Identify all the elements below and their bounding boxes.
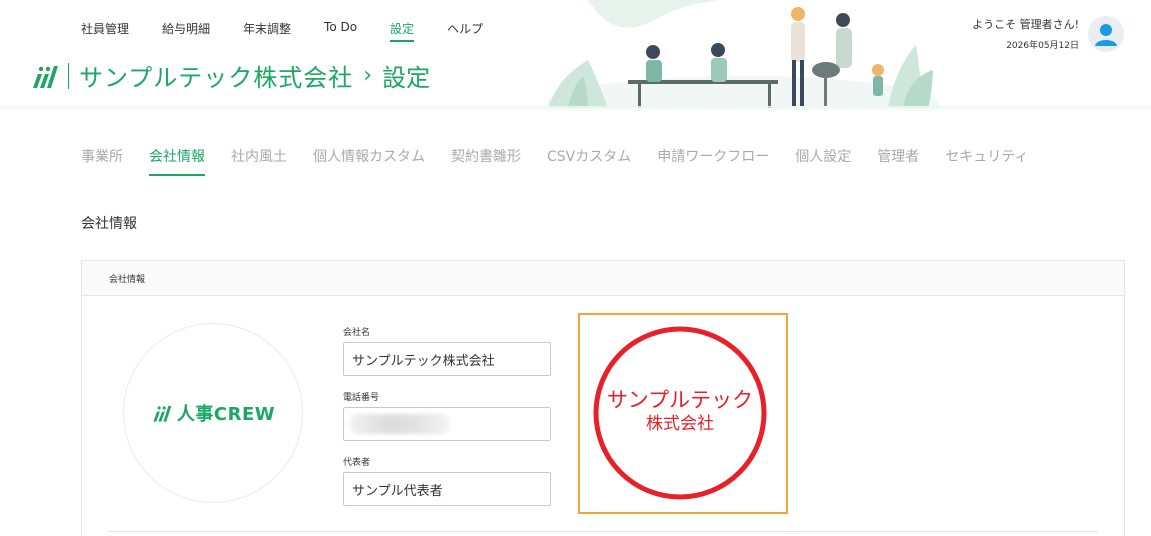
tab-office[interactable]: 事業所	[81, 146, 123, 176]
breadcrumb: サンプルテック株式会社 › 設定	[30, 58, 430, 93]
section-title: 会社情報	[81, 216, 137, 232]
header-shadow	[0, 106, 1151, 112]
company-seal-box[interactable]: サンプルテック 株式会社	[578, 313, 788, 514]
tab-personal-info-custom[interactable]: 個人情報カスタム	[313, 146, 425, 176]
tab-security[interactable]: セキュリティ	[945, 146, 1028, 176]
nav-help[interactable]: ヘルプ	[447, 20, 483, 42]
crew-logo: 人事CREW	[151, 400, 275, 426]
company-seal: サンプルテック 株式会社	[593, 326, 767, 500]
nav-todo[interactable]: To Do	[324, 20, 357, 42]
crew-logo-text: 人事CREW	[176, 404, 276, 425]
app-logo-icon[interactable]	[30, 62, 60, 90]
brand-separator	[68, 62, 69, 89]
tab-csv-custom[interactable]: CSVカスタム	[547, 146, 631, 176]
company-name-title: サンプルテック株式会社	[79, 64, 354, 92]
top-nav: 社員管理 給与明細 年末調整 To Do 設定 ヘルプ	[81, 20, 516, 42]
tab-company-culture[interactable]: 社内風土	[231, 146, 287, 176]
welcome-text: ようこそ 管理者さん!	[972, 18, 1079, 31]
seal-line-2: 株式会社	[646, 414, 714, 434]
avatar[interactable]	[1088, 16, 1124, 52]
nav-employee-management[interactable]: 社員管理	[81, 20, 129, 42]
tab-administrators[interactable]: 管理者	[877, 146, 919, 176]
card-divider	[108, 531, 1098, 532]
nav-year-end-adjustment[interactable]: 年末調整	[243, 20, 291, 42]
tab-application-workflow[interactable]: 申請ワークフロー	[657, 146, 769, 176]
company-info-card: 会社情報 人事CREW 会社名 サンプルテック株式会社 電話番号 代表者 サンプ…	[81, 260, 1125, 536]
company-name-label: 会社名	[343, 328, 371, 338]
seal-line-1: サンプルテック	[607, 388, 753, 412]
app-header: 社員管理 給与明細 年末調整 To Do 設定 ヘルプ サンプルテック株式会社 …	[0, 0, 1151, 108]
phone-field[interactable]	[343, 407, 551, 441]
phone-label: 電話番号	[343, 393, 380, 403]
user-avatar-icon	[1095, 24, 1117, 46]
company-logo[interactable]: 人事CREW	[123, 323, 303, 503]
nav-payslip[interactable]: 給与明細	[162, 20, 210, 42]
card-header: 会社情報	[82, 261, 1124, 296]
representative-field[interactable]: サンプル代表者	[343, 472, 551, 506]
representative-label: 代表者	[343, 458, 371, 468]
phone-redacted	[350, 414, 450, 434]
breadcrumb-chevron-icon: ›	[363, 63, 373, 88]
settings-tabs: 事業所 会社情報 社内風土 個人情報カスタム 契約書雛形 CSVカスタム 申請ワ…	[81, 146, 1054, 176]
header-illustration	[548, 0, 938, 108]
company-name-field[interactable]: サンプルテック株式会社	[343, 342, 551, 376]
tab-personal-settings[interactable]: 個人設定	[795, 146, 851, 176]
tab-contract-template[interactable]: 契約書雛形	[451, 146, 521, 176]
nav-settings[interactable]: 設定	[390, 20, 415, 42]
user-greeting: ようこそ 管理者さん! 2026年05月12日	[972, 16, 1079, 51]
page-title: 設定	[382, 64, 431, 92]
tab-company-info[interactable]: 会社情報	[149, 146, 205, 176]
current-date: 2026年05月12日	[1006, 41, 1079, 51]
crew-logo-mark-icon	[153, 405, 172, 422]
